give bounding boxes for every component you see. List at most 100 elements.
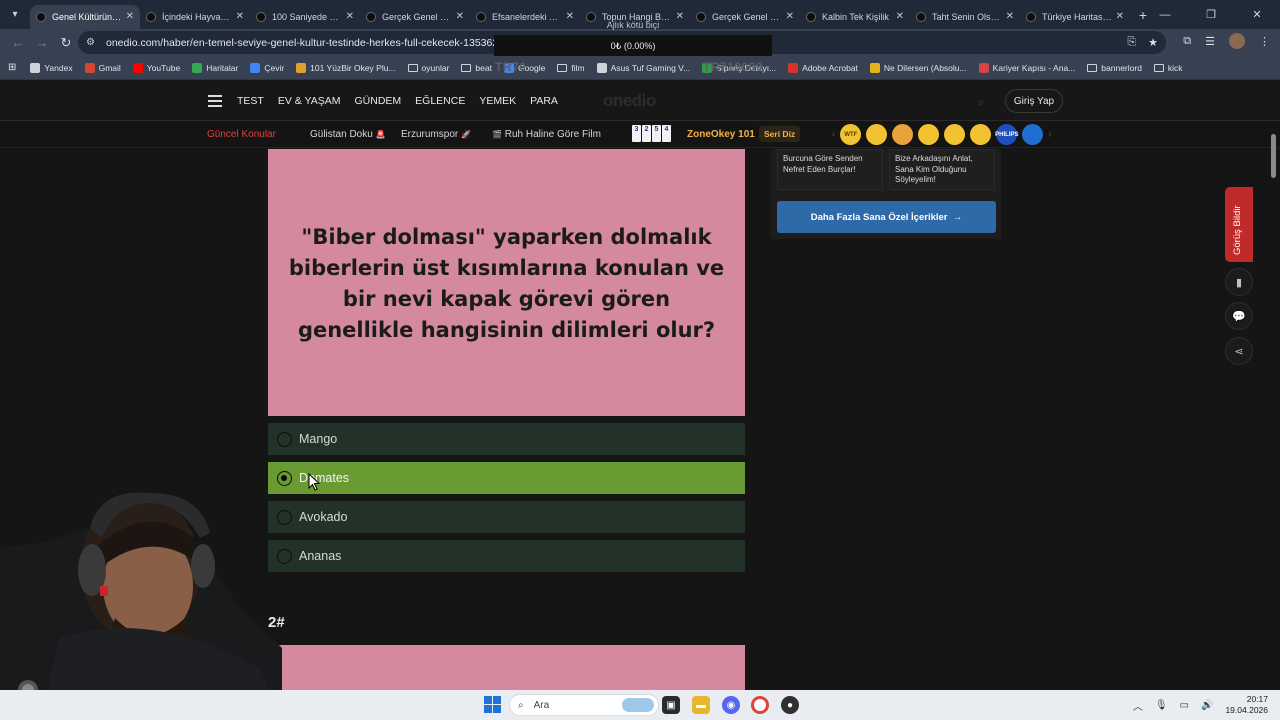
recommendation-card[interactable]: Burcuna Göre Senden Nefret Eden Burçlar!: [777, 149, 883, 190]
tab-close-icon[interactable]: ✕: [1116, 11, 1124, 22]
tab-close-icon[interactable]: ✕: [236, 11, 244, 22]
minimize-icon[interactable]: —: [1142, 9, 1188, 21]
restore-icon[interactable]: ❐: [1188, 8, 1234, 21]
taskbar-search[interactable]: ⌕ Ara: [509, 694, 659, 716]
bookmark-item[interactable]: Adobe Acrobat: [788, 62, 858, 73]
browser-tab[interactable]: 100 Saniyede Kaç ✕: [250, 5, 360, 29]
nav-item[interactable]: TEST: [237, 95, 264, 107]
bookmark-folder[interactable]: kick: [1153, 63, 1183, 73]
site-logo[interactable]: onedio: [603, 91, 656, 111]
apps-icon[interactable]: ⊞: [8, 62, 16, 73]
browser-tab[interactable]: İçindeki Hayvan G ✕: [140, 5, 250, 29]
radio-button[interactable]: [277, 470, 292, 486]
tab-close-icon[interactable]: ✕: [786, 11, 794, 22]
back-icon[interactable]: ←: [6, 35, 30, 50]
tab-close-icon[interactable]: ✕: [456, 11, 464, 22]
app-icon[interactable]: ●: [781, 696, 799, 714]
nav-item[interactable]: EĞLENCE: [415, 95, 465, 107]
clock[interactable]: 20:17 19.04.2026: [1225, 694, 1268, 716]
nav-item[interactable]: EV & YAŞAM: [278, 95, 341, 107]
trending-label[interactable]: Güncel Konular: [207, 129, 276, 140]
windows-start-icon[interactable]: [484, 696, 501, 713]
microphone-icon[interactable]: 🎙: [1155, 700, 1168, 711]
bookmark-item[interactable]: Asus Tuf Gaming V...: [596, 62, 690, 73]
nav-item[interactable]: GÜNDEM: [354, 95, 401, 107]
philips-badge[interactable]: PHILIPS: [995, 124, 1019, 145]
media-icon[interactable]: ☰: [1205, 35, 1215, 48]
forward-icon[interactable]: →: [30, 35, 54, 50]
bookmark-save-icon[interactable]: ▮: [1225, 268, 1253, 296]
feedback-button[interactable]: Görüş Bildir: [1225, 187, 1253, 262]
bookmark-folder[interactable]: beat: [461, 63, 492, 73]
okey-label[interactable]: ZoneOkey 101: [687, 129, 755, 140]
tab-close-icon[interactable]: ✕: [126, 11, 134, 22]
chrome-icon[interactable]: [751, 696, 769, 714]
search-icon[interactable]: ⌕: [977, 94, 984, 110]
url-text[interactable]: onedio.com/haber/en-temel-seviye-genel-k…: [106, 37, 504, 49]
answer-option[interactable]: Mango: [268, 423, 745, 455]
page-scrollbar[interactable]: [1271, 134, 1276, 178]
extensions-icon[interactable]: ⧉: [1183, 35, 1191, 48]
bookmark-item[interactable]: Kariyer Kapısı - Ana...: [978, 62, 1075, 73]
nav-item[interactable]: PARA: [530, 95, 558, 107]
comments-icon[interactable]: 💬: [1225, 302, 1253, 330]
bookmark-item[interactable]: Gmail: [84, 62, 121, 73]
volume-icon[interactable]: 🔊: [1201, 700, 1213, 711]
browser-tab[interactable]: Taht Senin Olsayd ✕: [910, 5, 1020, 29]
browser-tab[interactable]: Genel Kültürüne G ✕: [30, 4, 140, 29]
share-icon[interactable]: ⋖: [1225, 337, 1253, 365]
bookmark-item[interactable]: Ne Dilersen (Absolu...: [869, 62, 967, 73]
bookmark-item[interactable]: Çevir: [250, 62, 284, 73]
brand-badge[interactable]: [1022, 124, 1044, 145]
tab-close-icon[interactable]: ✕: [346, 11, 354, 22]
network-icon[interactable]: ▭: [1180, 700, 1189, 711]
smile-emoji[interactable]: [892, 124, 914, 145]
bookmark-star-icon[interactable]: ★: [1148, 36, 1158, 49]
discord-icon[interactable]: ◉: [722, 696, 740, 714]
bookmark-folder[interactable]: oyunlar: [407, 63, 449, 73]
nav-item[interactable]: YEMEK: [479, 95, 516, 107]
tab-close-icon[interactable]: ✕: [1006, 11, 1014, 22]
okey-tiles[interactable]: 3254: [632, 125, 671, 142]
seri-diz-badge[interactable]: Seri Diz: [759, 126, 801, 142]
site-info-icon[interactable]: ⚙: [86, 37, 100, 48]
browser-tab[interactable]: Gerçek Genel Kült ✕: [360, 5, 470, 29]
trending-item[interactable]: Erzurumspor 🚀: [401, 129, 471, 140]
chevron-left-icon[interactable]: ‹: [832, 129, 835, 140]
install-icon[interactable]: ⎘: [1127, 36, 1136, 49]
tab-search-icon[interactable]: ▾: [4, 4, 26, 26]
laugh-emoji[interactable]: [970, 124, 992, 145]
trending-item[interactable]: 🎬 Ruh Haline Göre Film: [492, 129, 601, 140]
bookmark-item[interactable]: 101 YüzBir Okey Plu...: [296, 62, 396, 73]
answer-option[interactable]: Domates: [268, 462, 745, 494]
bookmark-item[interactable]: Haritalar: [192, 62, 238, 73]
profile-avatar[interactable]: [1229, 33, 1245, 49]
wtf-emoji[interactable]: WTF: [840, 124, 862, 145]
close-window-icon[interactable]: ✕: [1234, 8, 1280, 21]
reload-icon[interactable]: ↻: [54, 35, 78, 51]
chevron-right-icon[interactable]: ›: [1048, 129, 1051, 140]
bookmark-item[interactable]: Yandex: [30, 62, 73, 73]
menu-icon[interactable]: ⋮: [1259, 35, 1270, 48]
answer-option[interactable]: Avokado: [268, 501, 745, 533]
more-content-button[interactable]: Daha Fazla Sana Özel İçerikler →: [777, 201, 996, 233]
nerd-emoji[interactable]: [866, 124, 888, 145]
file-explorer-icon[interactable]: ▬: [692, 696, 710, 714]
bookmark-folder[interactable]: bannerlord: [1087, 63, 1142, 73]
bookmark-folder[interactable]: film: [557, 63, 585, 73]
radio-button[interactable]: [277, 431, 292, 447]
browser-tab[interactable]: Kalbin Tek Kişilik ✕: [800, 5, 910, 29]
bookmark-label: Yandex: [44, 62, 73, 73]
tray-chevron-icon[interactable]: ︿: [1133, 698, 1143, 713]
bookmark-item[interactable]: YouTube: [132, 62, 180, 73]
hamburger-menu-icon[interactable]: [208, 95, 222, 110]
login-button[interactable]: Giriş Yap: [1005, 89, 1063, 113]
sad-emoji[interactable]: [944, 124, 966, 145]
browser-tab[interactable]: Türkiye Haritası Ş ✕: [1020, 5, 1130, 29]
tab-close-icon[interactable]: ✕: [896, 11, 904, 22]
answer-option[interactable]: Ananas: [268, 540, 745, 572]
trending-item[interactable]: Gülistan Doku 🚨: [310, 129, 386, 140]
recommendation-card[interactable]: Bize Arkadaşını Anlat, Sana Kim Olduğunu…: [889, 149, 995, 190]
task-view-icon[interactable]: ▣: [662, 696, 680, 714]
love-emoji[interactable]: [918, 124, 940, 145]
